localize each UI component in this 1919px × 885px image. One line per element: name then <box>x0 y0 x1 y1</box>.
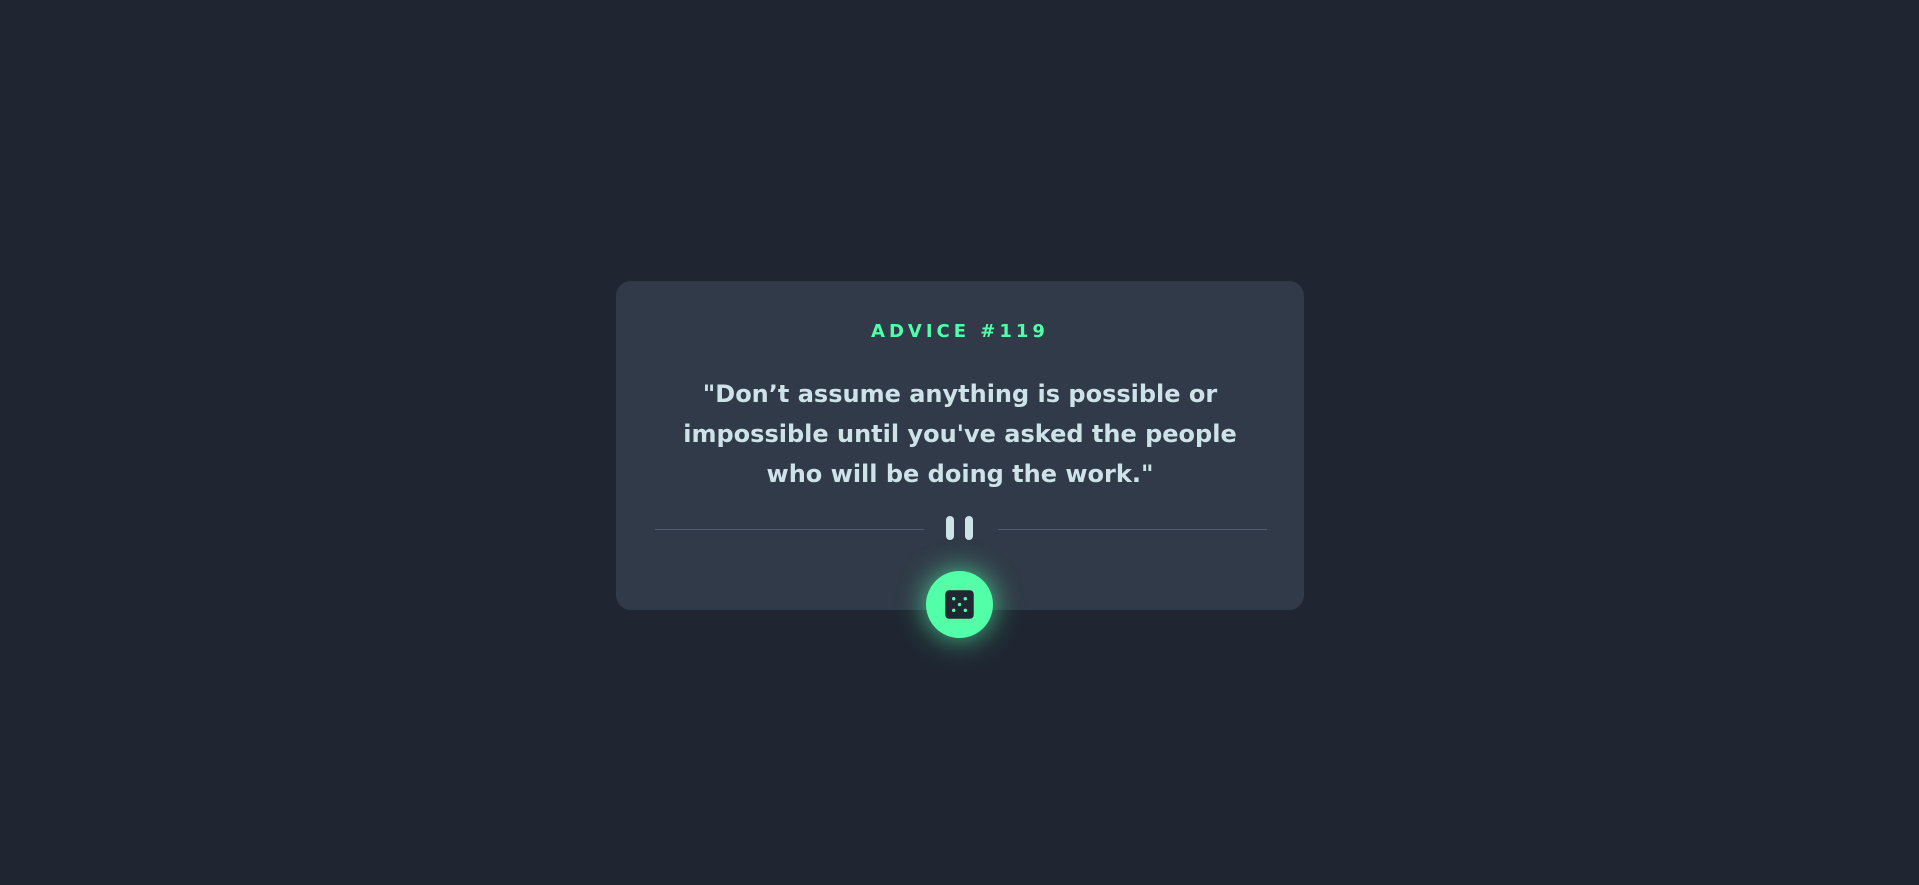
advice-card: ADVICE #119 "Don’t assume anything is po… <box>616 281 1304 610</box>
advice-number: ADVICE #119 <box>871 321 1049 342</box>
advice-quote: "Don’t assume anything is possible or im… <box>683 380 1237 488</box>
divider-line-left <box>655 529 924 530</box>
pattern-divider <box>655 516 1267 540</box>
pause-icon <box>945 516 975 542</box>
page: { "advice": { "label": "ADVICE #119", "t… <box>0 0 1919 885</box>
pause-bar-right <box>965 516 973 540</box>
generate-advice-button[interactable] <box>926 571 993 638</box>
divider-line-right <box>998 529 1267 530</box>
pause-bar-left <box>946 516 954 540</box>
dice-icon <box>945 590 974 619</box>
